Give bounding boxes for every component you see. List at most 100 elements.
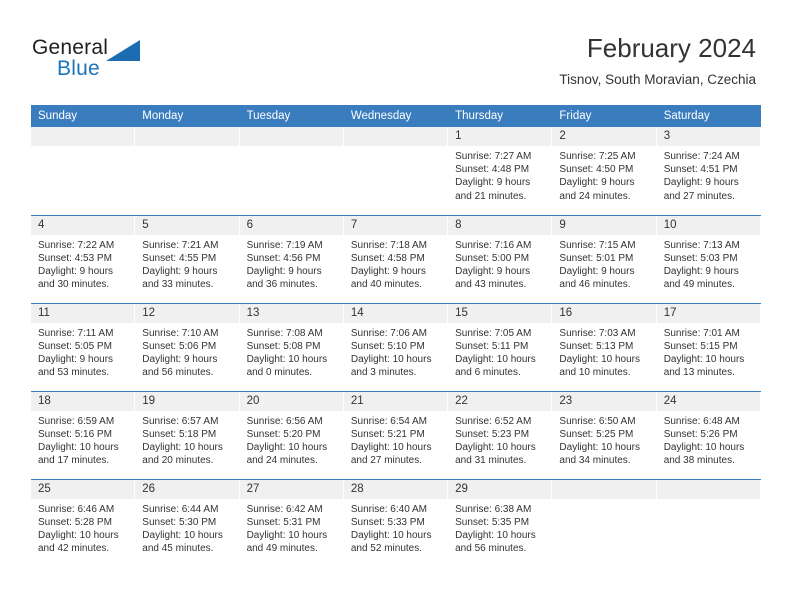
day-details: Sunrise: 7:06 AM Sunset: 5:10 PM Daylight:… <box>344 323 448 380</box>
daylight-text: Daylight: 9 hours <box>559 177 635 189</box>
day-number: 11 <box>31 303 136 323</box>
sunset-text: Sunset: 5:05 PM <box>38 340 112 352</box>
weekday-header-monday: Monday <box>135 105 240 127</box>
calendar-day-cell[interactable]: 4 Sunrise: 7:22 AM Sunset: 4:53 PM Daylight… <box>31 214 136 303</box>
day-cell-inner <box>343 127 449 215</box>
calendar-day-cell[interactable]: 15 Sunrise: 7:05 AM Sunset: 5:11 PM Dayligh… <box>448 302 553 391</box>
day-number: 29 <box>448 479 553 499</box>
calendar-day-cell[interactable]: 12 Sunrise: 7:10 AM Sunset: 5:06 PM Dayligh… <box>135 302 240 391</box>
day-details: Sunrise: 6:44 AM Sunset: 5:30 PM Daylight:… <box>135 499 239 556</box>
sunrise-text: Sunrise: 6:38 AM <box>455 503 532 515</box>
calendar-week-row: 25 Sunrise: 6:46 AM Sunset: 5:28 PM Dayligh… <box>31 478 761 568</box>
calendar-day-cell[interactable]: 8 Sunrise: 7:16 AM Sunset: 5:00 PM Daylight… <box>448 214 553 303</box>
sunrise-text: Sunrise: 6:48 AM <box>663 415 740 427</box>
weekday-header-row: Sunday Monday Tuesday Wednesday Thursday Frid… <box>31 105 761 127</box>
calendar-day-cell[interactable]: 21 Sunrise: 6:54 AM Sunset: 5:21 PM Dayligh… <box>343 390 449 479</box>
daylight-text: Daylight: 10 hours <box>559 441 641 453</box>
day-details: Sunrise: 6:56 AM Sunset: 5:20 PM Daylight:… <box>240 411 344 468</box>
calendar-day-cell[interactable]: 29 Sunrise: 6:38 AM Sunset: 5:35 PM Dayligh… <box>448 478 553 567</box>
calendar-day-cell[interactable]: 13 Sunrise: 7:08 AM Sunset: 5:08 PM Dayligh… <box>239 302 344 391</box>
calendar-day-cell[interactable]: 28 Sunrise: 6:40 AM Sunset: 5:33 PM Dayligh… <box>343 478 449 568</box>
daylight-text-cont: and 21 minutes. <box>455 190 527 202</box>
day-details: Sunrise: 6:38 AM Sunset: 5:35 PM Daylight:… <box>448 499 552 556</box>
calendar-day-cell[interactable]: 19 Sunrise: 6:57 AM Sunset: 5:18 PM Dayligh… <box>135 390 240 479</box>
daylight-text-cont: and 24 minutes. <box>559 190 631 202</box>
calendar-day-cell[interactable]: 5 Sunrise: 7:21 AM Sunset: 4:55 PM Daylight… <box>135 214 240 303</box>
calendar-day-cell[interactable]: 3 Sunrise: 7:24 AM Sunset: 4:51 PM Daylight… <box>656 127 761 215</box>
daylight-text: Daylight: 10 hours <box>38 529 119 541</box>
daylight-text-cont: and 38 minutes. <box>663 455 735 467</box>
calendar-day-cell[interactable]: 17 Sunrise: 7:01 AM Sunset: 5:15 PM Dayligh… <box>656 302 761 391</box>
daylight-text-cont: and 13 minutes. <box>663 367 735 379</box>
calendar-day-cell[interactable]: 7 Sunrise: 7:18 AM Sunset: 4:58 PM Daylight… <box>343 214 449 303</box>
calendar-day-cell[interactable]: 24 Sunrise: 6:48 AM Sunset: 5:26 PM Dayligh… <box>656 390 761 479</box>
calendar-day-cell[interactable]: 25 Sunrise: 6:46 AM Sunset: 5:28 PM Dayligh… <box>31 478 136 567</box>
sunrise-text: Sunrise: 6:44 AM <box>142 503 219 515</box>
sunrise-text: Sunrise: 7:19 AM <box>246 239 323 251</box>
daylight-text-cont: and 33 minutes. <box>142 279 214 291</box>
daylight-text: Daylight: 9 hours <box>38 265 114 277</box>
daylight-text-cont: and 56 minutes. <box>142 367 214 379</box>
calendar-day-cell-empty <box>31 127 136 215</box>
daylight-text-cont: and 31 minutes. <box>455 455 527 467</box>
calendar-week-row: 4 Sunrise: 7:22 AM Sunset: 4:53 PM Daylight… <box>31 214 761 303</box>
calendar-day-cell[interactable]: 11 Sunrise: 7:11 AM Sunset: 5:05 PM Dayligh… <box>31 302 136 391</box>
daylight-text: Daylight: 10 hours <box>246 441 328 453</box>
daylight-text: Daylight: 9 hours <box>246 265 322 277</box>
sunrise-text: Sunrise: 6:40 AM <box>350 503 427 515</box>
daylight-text-cont: and 49 minutes. <box>663 279 735 291</box>
day-number: 13 <box>239 303 344 323</box>
sunset-text: Sunset: 5:08 PM <box>246 340 321 352</box>
sunrise-text: Sunrise: 6:42 AM <box>246 503 323 515</box>
calendar-day-cell[interactable]: 6 Sunrise: 7:19 AM Sunset: 4:56 PM Daylight… <box>239 214 344 303</box>
sunset-text: Sunset: 5:00 PM <box>455 252 530 264</box>
sunrise-text: Sunrise: 7:10 AM <box>142 327 219 339</box>
page-title: February 2024 <box>586 33 756 63</box>
calendar-day-cell[interactable]: 14 Sunrise: 7:06 AM Sunset: 5:10 PM Dayligh… <box>343 302 449 391</box>
day-cell-inner: 24 Sunrise: 6:48 AM Sunset: 5:26 PM Dayligh… <box>656 391 761 479</box>
calendar-day-cell[interactable]: 9 Sunrise: 7:15 AM Sunset: 5:01 PM Daylight… <box>552 214 657 303</box>
day-cell-inner: 10 Sunrise: 7:13 AM Sunset: 5:03 PM Dayligh… <box>656 215 761 303</box>
day-details: Sunrise: 6:46 AM Sunset: 5:28 PM Daylight:… <box>31 499 135 556</box>
sunrise-text: Sunrise: 7:06 AM <box>350 327 427 339</box>
general-blue-logo[interactable]: General Blue <box>32 36 162 88</box>
day-details: Sunrise: 6:42 AM Sunset: 5:31 PM Daylight:… <box>240 499 344 556</box>
daylight-text-cont: and 6 minutes. <box>455 367 521 379</box>
day-cell-inner: 17 Sunrise: 7:01 AM Sunset: 5:15 PM Dayligh… <box>656 303 761 391</box>
day-number: 18 <box>31 391 136 411</box>
calendar-day-cell[interactable]: 10 Sunrise: 7:13 AM Sunset: 5:03 PM Dayligh… <box>656 214 761 303</box>
day-details: Sunrise: 7:13 AM Sunset: 5:03 PM Daylight:… <box>657 235 761 292</box>
day-cell-inner <box>656 479 761 568</box>
weekday-header-wednesday: Wednesday <box>343 105 449 127</box>
calendar-day-cell[interactable]: 22 Sunrise: 6:52 AM Sunset: 5:23 PM Dayligh… <box>448 390 553 479</box>
daylight-text-cont: and 17 minutes. <box>38 455 110 467</box>
calendar-day-cell[interactable]: 2 Sunrise: 7:25 AM Sunset: 4:50 PM Daylight… <box>552 127 657 215</box>
day-details: Sunrise: 7:25 AM Sunset: 4:50 PM Daylight:… <box>552 146 656 203</box>
daylight-text-cont: and 42 minutes. <box>38 543 110 555</box>
day-cell-inner: 12 Sunrise: 7:10 AM Sunset: 5:06 PM Dayligh… <box>135 303 240 391</box>
calendar-day-cell[interactable]: 20 Sunrise: 6:56 AM Sunset: 5:20 PM Dayligh… <box>239 390 344 479</box>
sunrise-text: Sunrise: 6:54 AM <box>350 415 427 427</box>
calendar-day-cell[interactable]: 26 Sunrise: 6:44 AM Sunset: 5:30 PM Dayligh… <box>135 478 240 567</box>
daylight-text: Daylight: 10 hours <box>350 529 432 541</box>
sunrise-text: Sunrise: 7:25 AM <box>559 151 636 162</box>
daylight-text: Daylight: 10 hours <box>559 353 641 365</box>
sunrise-text: Sunrise: 6:59 AM <box>38 415 115 427</box>
calendar-weekday-header: Sunday Monday Tuesday Wednesday Thursday Frid… <box>31 105 761 127</box>
calendar-day-cell[interactable]: 27 Sunrise: 6:42 AM Sunset: 5:31 PM Dayligh… <box>239 478 344 567</box>
day-cell-inner: 20 Sunrise: 6:56 AM Sunset: 5:20 PM Dayligh… <box>239 391 344 479</box>
day-number: 27 <box>239 479 344 499</box>
day-cell-inner: 28 Sunrise: 6:40 AM Sunset: 5:33 PM Dayligh… <box>343 479 449 568</box>
day-details: Sunrise: 7:16 AM Sunset: 5:00 PM Daylight:… <box>448 235 552 292</box>
calendar-day-cell[interactable]: 1 Sunrise: 7:27 AM Sunset: 4:48 PM Daylight… <box>448 127 553 215</box>
calendar-day-cell[interactable]: 18 Sunrise: 6:59 AM Sunset: 5:16 PM Dayligh… <box>31 390 136 479</box>
daylight-text: Daylight: 9 hours <box>38 353 114 365</box>
calendar-day-cell-empty <box>135 127 240 215</box>
day-cell-inner: 18 Sunrise: 6:59 AM Sunset: 5:16 PM Dayligh… <box>31 391 136 479</box>
daylight-text: Daylight: 9 hours <box>142 265 218 277</box>
day-number: 5 <box>135 215 240 235</box>
daylight-text-cont: and 52 minutes. <box>350 543 423 555</box>
calendar-day-cell[interactable]: 16 Sunrise: 7:03 AM Sunset: 5:13 PM Dayligh… <box>552 302 657 391</box>
sunrise-text: Sunrise: 6:52 AM <box>455 415 532 427</box>
calendar-day-cell[interactable]: 23 Sunrise: 6:50 AM Sunset: 5:25 PM Dayligh… <box>552 390 657 479</box>
